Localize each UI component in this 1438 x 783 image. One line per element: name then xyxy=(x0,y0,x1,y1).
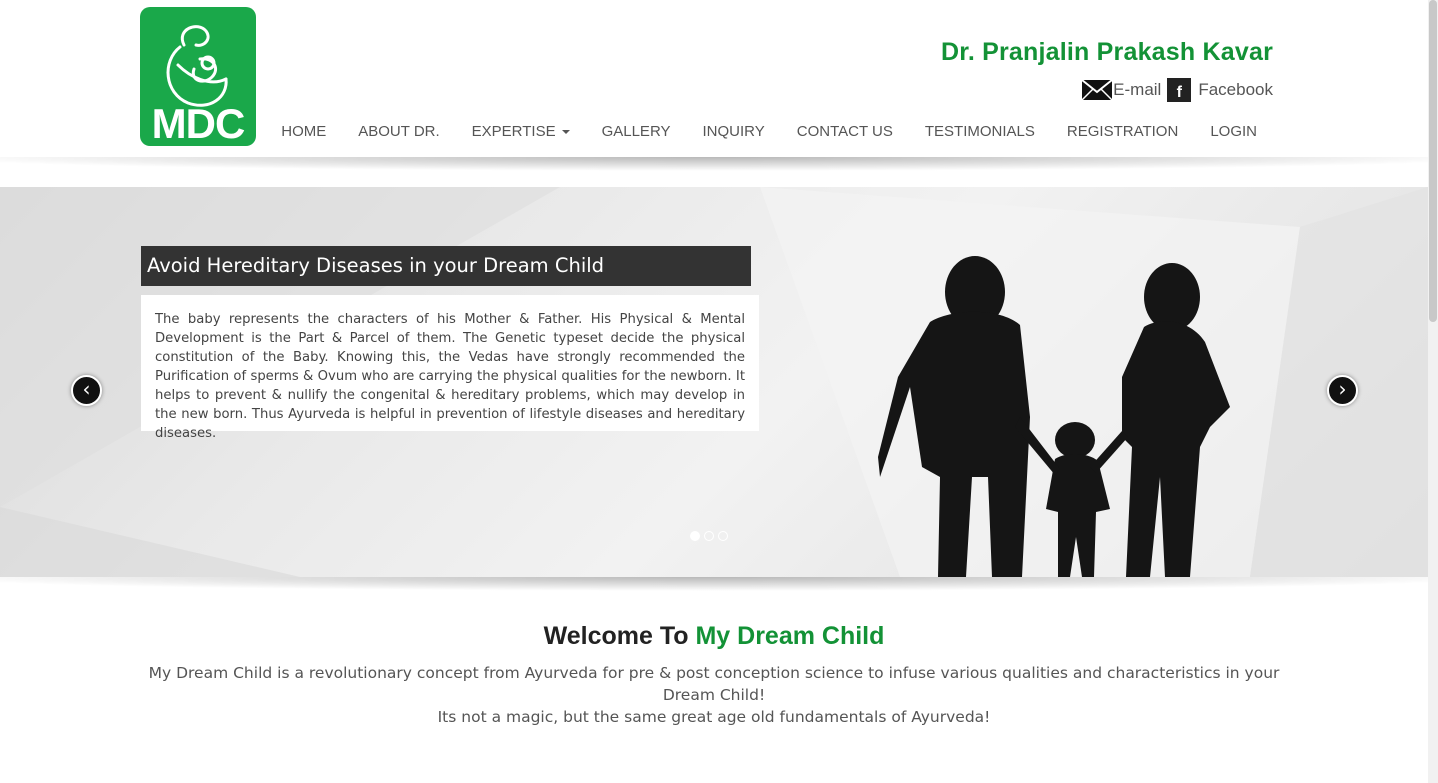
welcome-intro: My Dream Child is a revolutionary concep… xyxy=(140,662,1288,728)
slide-description-text: The baby represents the characters of hi… xyxy=(155,312,745,441)
email-link[interactable]: E-mail xyxy=(1081,78,1161,102)
site-header: MDC Dr. Pranjalin Prakash Kavar E-mail f… xyxy=(0,0,1428,187)
carousel-indicators xyxy=(690,531,728,541)
nav-gallery[interactable]: GALLERY xyxy=(586,121,687,142)
header-shadow-divider xyxy=(0,157,1428,187)
slide-title: Avoid Hereditary Diseases in your Dream … xyxy=(141,246,751,286)
slider-shadow-divider xyxy=(0,577,1428,607)
mdc-logo[interactable]: MDC xyxy=(140,7,256,146)
logo-text: MDC xyxy=(151,100,246,146)
welcome-heading-prefix: Welcome To xyxy=(543,622,696,650)
nav-registration[interactable]: REGISTRATION xyxy=(1051,121,1194,142)
welcome-line-1: My Dream Child is a revolutionary concep… xyxy=(148,664,1280,704)
carousel-next-button[interactable]: › xyxy=(1327,375,1358,406)
contact-links: E-mail f Facebook xyxy=(1081,78,1273,102)
facebook-link[interactable]: f Facebook xyxy=(1161,78,1273,102)
nav-about[interactable]: ABOUT DR. xyxy=(342,121,455,142)
carousel-indicator-dot[interactable] xyxy=(718,531,728,541)
welcome-heading: Welcome To My Dream Child xyxy=(0,622,1428,651)
nav-expertise-dropdown[interactable]: EXPERTISE xyxy=(456,121,586,142)
carousel-indicator-dot[interactable] xyxy=(690,531,700,541)
main-nav: HOME ABOUT DR. EXPERTISE GALLERY INQUIRY… xyxy=(265,121,1273,142)
page-scrollbar[interactable] xyxy=(1428,0,1438,783)
nav-testimonials[interactable]: TESTIMONIALS xyxy=(909,121,1051,142)
nav-contact[interactable]: CONTACT US xyxy=(781,121,909,142)
nav-login[interactable]: LOGIN xyxy=(1194,121,1273,142)
slide-description: The baby represents the characters of hi… xyxy=(141,295,759,441)
caret-down-icon xyxy=(561,130,570,135)
carousel-indicator-dot[interactable] xyxy=(704,531,714,541)
nav-inquiry[interactable]: INQUIRY xyxy=(687,121,781,142)
email-label: E-mail xyxy=(1113,80,1162,99)
nav-expertise-label: EXPERTISE xyxy=(471,123,556,140)
family-silhouette-image xyxy=(878,256,1230,577)
facebook-label: Facebook xyxy=(1198,80,1273,99)
carousel-prev-button[interactable]: ‹ xyxy=(71,375,102,406)
scrollbar-thumb[interactable] xyxy=(1429,0,1437,322)
doctor-name: Dr. Pranjalin Prakash Kavar xyxy=(941,38,1273,66)
facebook-icon: f xyxy=(1167,78,1192,102)
welcome-heading-brand: My Dream Child xyxy=(695,622,885,650)
hero-carousel: Avoid Hereditary Diseases in your Dream … xyxy=(0,187,1428,577)
nav-home[interactable]: HOME xyxy=(265,121,342,142)
envelope-icon xyxy=(1081,79,1113,101)
welcome-line-2: Its not a magic, but the same great age … xyxy=(437,708,991,726)
